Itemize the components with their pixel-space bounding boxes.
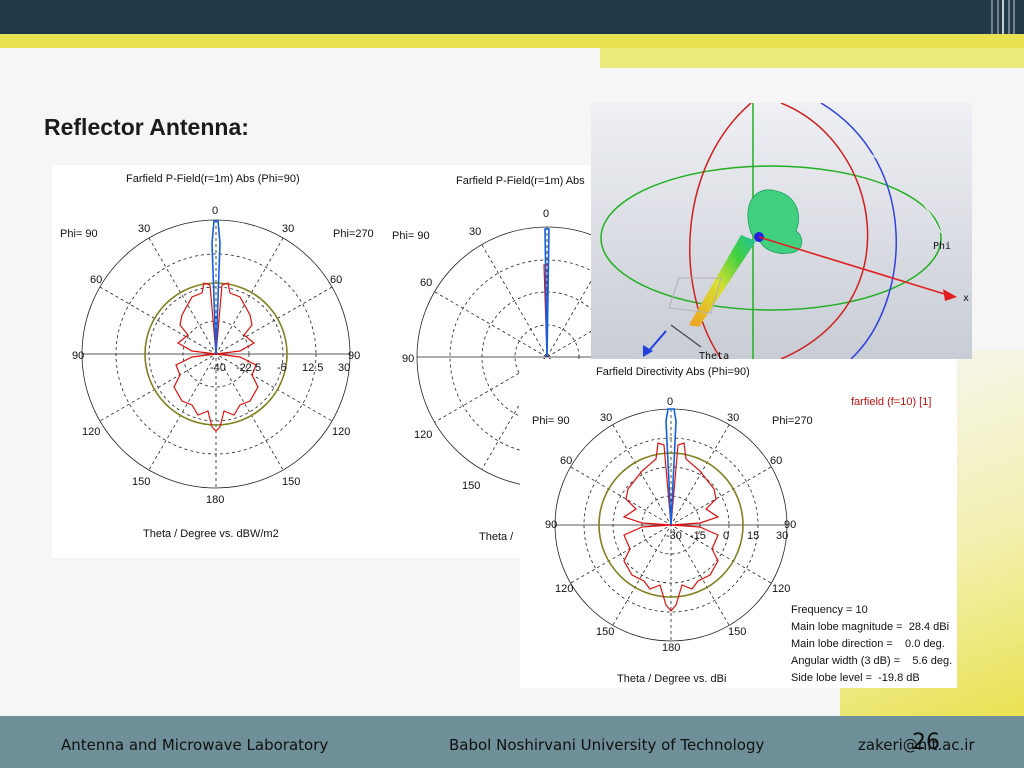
plot3-angle-60r: 60	[770, 455, 782, 467]
axis-x-label: x	[963, 293, 969, 304]
stat-frequency: Frequency = 10	[791, 604, 868, 616]
plot3-rtick: 15	[747, 530, 759, 542]
plot3-angle-90l: 90	[545, 519, 557, 531]
plot1-angle-150r: 150	[282, 476, 300, 488]
plot1-angle-180: 180	[206, 494, 224, 506]
plot3-right-label: Phi=270	[772, 415, 813, 427]
plot1-angle-30l: 30	[138, 223, 150, 235]
plot1-rtick: -22.5	[236, 362, 261, 374]
blue-meridian	[820, 103, 897, 359]
plot2-angle-90l: 90	[402, 353, 414, 365]
plot1-xlabel: Theta / Degree vs. dBW/m2	[143, 528, 279, 540]
farfield-3d-svg: Phi Theta x	[600, 103, 969, 359]
polar-plot-pfield-svg: Farfield P-Field(r=1m) Abs (Phi=90) Phi=…	[60, 173, 374, 540]
plot1-angle-120r: 120	[332, 426, 350, 438]
stat-side-lobe-level: Side lobe level = -19.8 dB	[791, 672, 920, 684]
plot3-legend: farfield (f=10) [1]	[851, 396, 931, 408]
stat-main-lobe-direction: Main lobe direction = 0.0 deg.	[791, 638, 945, 650]
plot1-title: Farfield P-Field(r=1m) Abs (Phi=90)	[126, 173, 300, 185]
stat-angular-width: Angular width (3 dB) = 5.6 deg.	[791, 655, 952, 667]
stat-main-lobe-magnitude: Main lobe magnitude = 28.4 dBi	[791, 621, 949, 633]
plot1-right-label: Phi=270	[333, 228, 374, 240]
farfield-3d-plot: Phi Theta x	[591, 103, 972, 359]
plot1-radial-ticks: -40 -22.5 -5 12.5 30	[210, 362, 350, 374]
grey-arc	[850, 142, 942, 234]
plot3-stats: Frequency = 10 Main lobe magnitude = 28.…	[791, 604, 952, 684]
plot3-angle-30r: 30	[727, 412, 739, 424]
plot1-angle-120l: 120	[82, 426, 100, 438]
plot1-angle-90r: 90	[348, 350, 360, 362]
plot1-angle-60r: 60	[330, 274, 342, 286]
plot2-angle-120l: 120	[414, 429, 432, 441]
plot1-rtick: 30	[338, 362, 350, 374]
plot1-rtick: -40	[210, 362, 226, 374]
plot1-angle-30r: 30	[282, 223, 294, 235]
plot1-angle-60l: 60	[90, 274, 102, 286]
plot1-angle-0: 0	[212, 205, 218, 217]
plot1-angle-150l: 150	[132, 476, 150, 488]
plot2-angle-30l: 30	[469, 226, 481, 238]
x-axis-arrow	[758, 236, 952, 297]
plot3-angle-60l: 60	[560, 455, 572, 467]
plot3-rtick: 30	[776, 530, 788, 542]
plot3-rtick: -30	[666, 530, 682, 542]
plot1-rtick: -5	[277, 362, 287, 374]
plot3-angle-120l: 120	[555, 583, 573, 595]
plot3-angle-150r: 150	[728, 626, 746, 638]
polar-plot-directivity-svg: Farfield Directivity Abs (Phi=90) farfie…	[532, 366, 952, 685]
plot3-left-label: Phi= 90	[532, 415, 570, 427]
plot3-radial-ticks: -30 -15 0 15 30	[666, 530, 788, 542]
footer-lab-name: Antenna and Microwave Laboratory	[61, 736, 329, 754]
plot3-angle-30l: 30	[600, 412, 612, 424]
theta-axis-arrow	[670, 324, 702, 348]
polar-plot-directivity: Farfield Directivity Abs (Phi=90) farfie…	[520, 359, 957, 688]
plot1-angle-90l: 90	[72, 350, 84, 362]
polar-plot-pfield: Farfield P-Field(r=1m) Abs (Phi=90) Phi=…	[52, 165, 390, 558]
plot3-angle-180: 180	[662, 642, 680, 654]
plot1-rtick: 12.5	[302, 362, 323, 374]
plot3-xlabel: Theta / Degree vs. dBi	[617, 673, 726, 685]
main-lobe	[689, 235, 756, 327]
plot2-angle-0: 0	[543, 208, 549, 220]
back-lobes	[747, 189, 803, 254]
footer-university: Babol Noshirvani University of Technolog…	[449, 736, 765, 754]
plot3-angle-0: 0	[667, 396, 673, 408]
accent-stripe-secondary	[600, 48, 1024, 68]
plot2-title: Farfield P-Field(r=1m) Abs	[456, 175, 585, 187]
plot2-xlabel: Theta /	[479, 531, 514, 543]
accent-stripe	[0, 34, 1024, 48]
plot3-angle-120r: 120	[772, 583, 790, 595]
plot3-rtick: 0	[723, 530, 729, 542]
plot2-angle-60l: 60	[420, 277, 432, 289]
plot3-title: Farfield Directivity Abs (Phi=90)	[596, 366, 750, 378]
plot1-left-label: Phi= 90	[60, 228, 98, 240]
top-bar	[0, 0, 1024, 40]
plot3-angle-150l: 150	[596, 626, 614, 638]
axis-theta-label: Theta	[699, 351, 729, 359]
plot2-left-label: Phi= 90	[392, 230, 430, 242]
plot3-rtick: -15	[690, 530, 706, 542]
x-arrowhead	[943, 289, 957, 301]
plot2-angle-150l: 150	[462, 480, 480, 492]
slide-title: Reflector Antenna:	[44, 114, 249, 140]
page-number: 26	[912, 730, 940, 755]
axis-phi-label: Phi	[933, 241, 951, 252]
